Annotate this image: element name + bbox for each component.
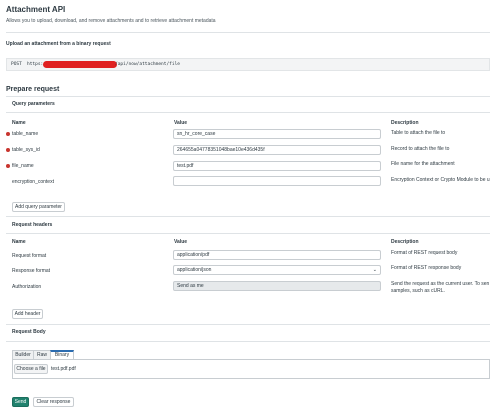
header-description: Send the request as the current user. To… xyxy=(391,281,490,287)
prepare-request-title: Prepare request xyxy=(6,86,60,93)
divider xyxy=(6,96,490,97)
binary-panel xyxy=(12,359,490,379)
add-header-button[interactable]: Add header xyxy=(12,309,43,319)
param-name: encryption_context xyxy=(12,179,54,185)
col-description-header: Description xyxy=(391,239,419,245)
http-method: POST xyxy=(11,62,22,67)
header-description: Format of REST response body xyxy=(391,265,462,271)
param-value-input[interactable]: test.pdf xyxy=(173,161,381,171)
endpoint-code-box: POST https:// /api/now/attachment/file xyxy=(6,58,490,71)
param-value-input[interactable]: 264655a04778351048bae10e436d435f xyxy=(173,145,381,155)
header-description: Format of REST request body xyxy=(391,250,458,256)
param-description: File name for the attachment xyxy=(391,161,455,167)
divider xyxy=(6,324,490,325)
chevron-down-icon: ⌄ xyxy=(372,267,377,273)
required-indicator xyxy=(6,132,10,136)
param-description: Table to attach the file to xyxy=(391,130,446,136)
col-description-header: Description xyxy=(391,120,419,126)
response-format-select[interactable]: application/json ⌄ xyxy=(173,265,381,275)
required-indicator xyxy=(6,148,10,152)
required-indicator xyxy=(6,164,10,168)
divider xyxy=(6,32,490,33)
redacted-instance-mark xyxy=(43,61,117,68)
request-headers-heading: Request headers xyxy=(12,222,53,228)
divider xyxy=(6,216,490,217)
col-name-header: Name xyxy=(12,239,26,245)
authorization-field: Send as me xyxy=(173,281,381,291)
header-name: Request format xyxy=(12,253,47,259)
param-description: Encryption Context or Crypto Module to b… xyxy=(391,177,490,183)
divider xyxy=(6,341,490,342)
param-name: table_name xyxy=(12,131,39,137)
param-name: table_sys_id xyxy=(12,147,40,153)
page-title: Attachment API xyxy=(6,5,66,14)
divider xyxy=(6,233,490,234)
header-name: Authorization xyxy=(12,284,42,290)
selected-file-name: test.pdf.pdf xyxy=(51,366,76,372)
divider xyxy=(6,112,490,113)
request-body-heading: Request Body xyxy=(12,329,46,335)
query-params-heading: Query parameters xyxy=(12,101,55,107)
param-name: file_name xyxy=(12,163,34,169)
response-format-value: application/json xyxy=(177,267,212,273)
request-format-input[interactable]: application/pdf xyxy=(173,250,381,260)
send-button[interactable]: Send xyxy=(12,397,29,407)
param-value-input[interactable] xyxy=(173,176,381,186)
url-path: /api/now/attachment/file xyxy=(115,62,181,67)
endpoint-heading: Upload an attachment from a binary reque… xyxy=(6,41,111,47)
choose-file-button[interactable]: Choose a file xyxy=(14,364,48,374)
header-name: Response format xyxy=(12,268,51,274)
col-value-header: Value xyxy=(174,239,188,245)
add-query-parameter-button[interactable]: Add query parameter xyxy=(12,202,65,212)
header-description-cont: samples, such as cURL. xyxy=(391,288,445,294)
param-description: Record to attach the file to xyxy=(391,146,450,152)
col-value-header: Value xyxy=(174,120,188,126)
param-value-input[interactable]: sn_hr_core_case xyxy=(173,129,381,139)
page-subtitle: Allows you to upload, download, and remo… xyxy=(6,18,216,24)
col-name-header: Name xyxy=(12,120,26,126)
clear-response-button[interactable]: Clear response xyxy=(33,397,74,407)
